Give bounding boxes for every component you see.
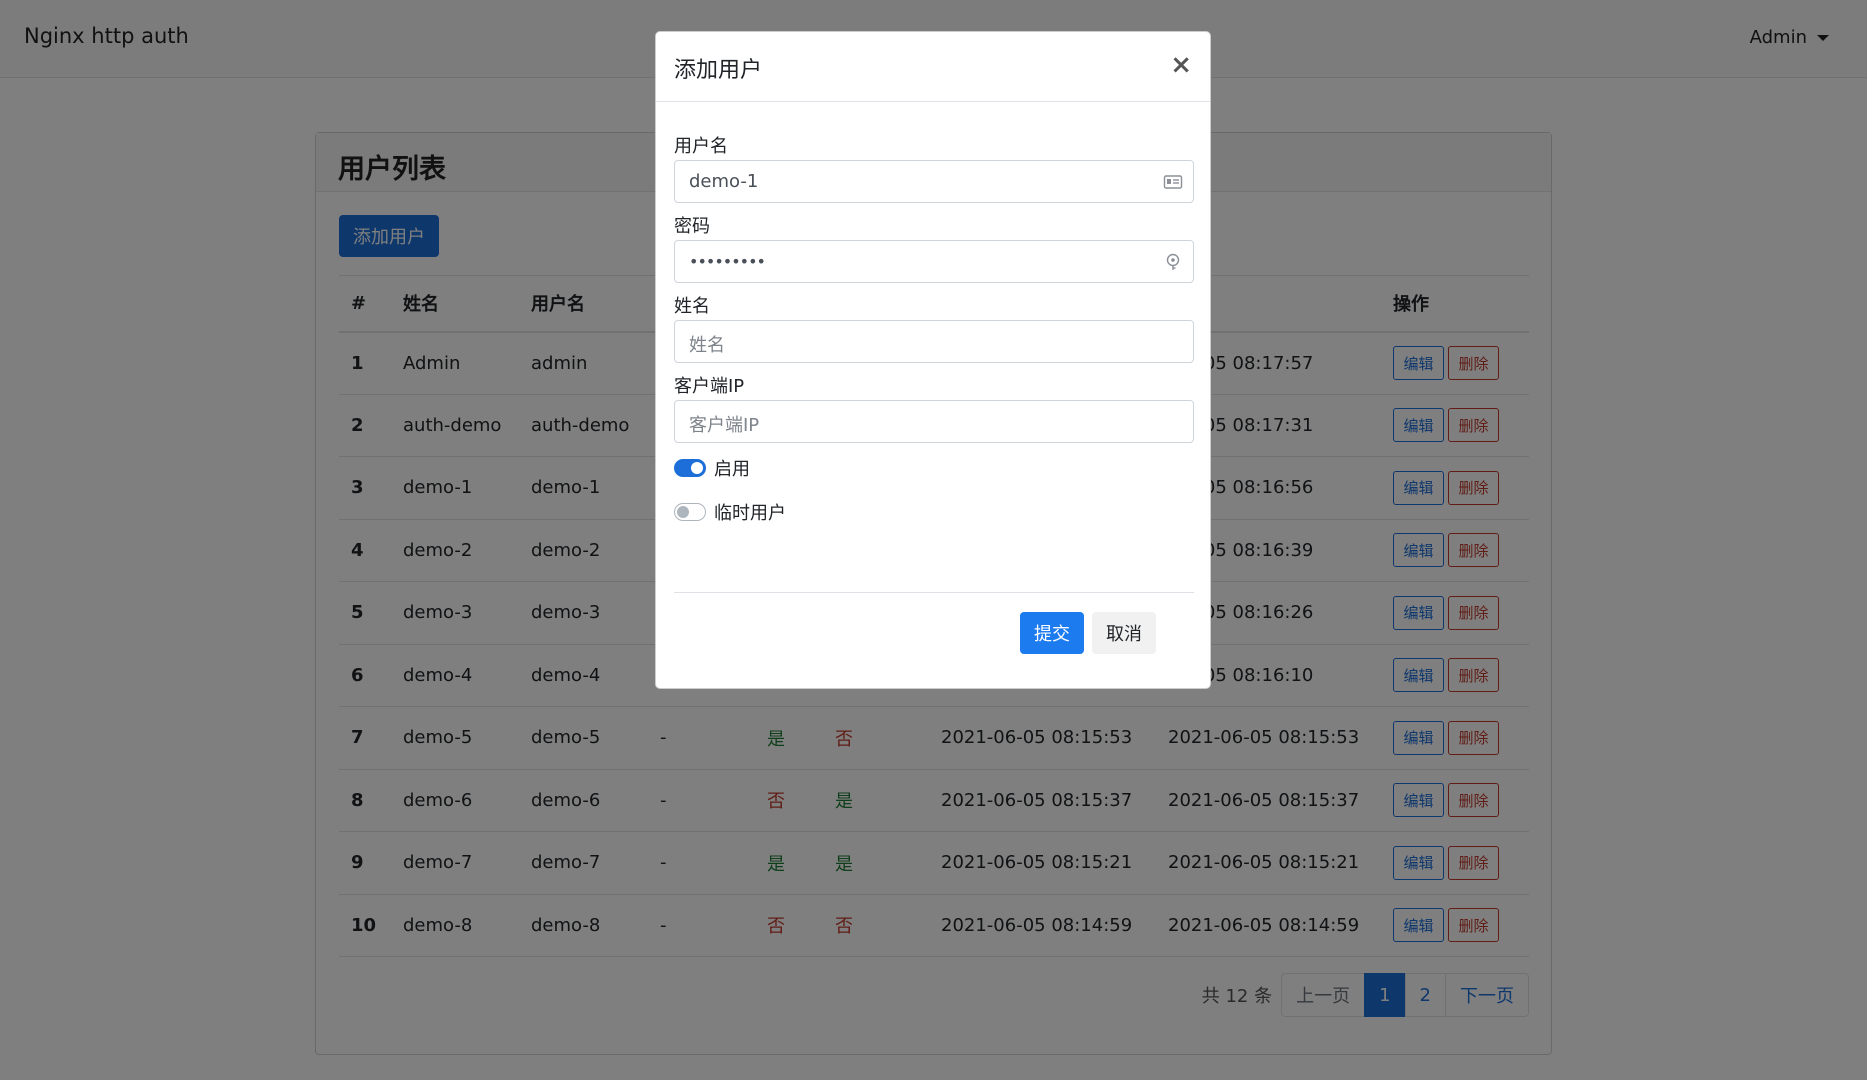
temp-user-label: 临时用户 <box>714 503 786 524</box>
client-ip-placeholder: 客户端IP <box>689 415 760 436</box>
username-field[interactable]: demo-1 <box>674 160 1194 203</box>
temp-user-toggle[interactable] <box>674 503 706 521</box>
username-label: 用户名 <box>674 136 728 157</box>
modal-divider <box>674 592 1194 593</box>
enable-label: 启用 <box>714 459 750 480</box>
name-label: 姓名 <box>674 296 710 317</box>
username-value: demo-1 <box>689 171 759 192</box>
ip-label: 客户端IP <box>674 376 745 397</box>
enable-toggle-row[interactable]: 启用 <box>674 455 750 481</box>
password-label: 密码 <box>674 216 710 237</box>
toggle-knob <box>691 462 703 474</box>
temp-user-toggle-row[interactable]: 临时用户 <box>674 499 786 525</box>
modal-header: 添加用户 × <box>656 32 1210 102</box>
client-ip-field[interactable]: 客户端IP <box>674 400 1194 443</box>
name-placeholder: 姓名 <box>689 335 725 356</box>
toggle-knob <box>677 506 689 518</box>
enable-toggle[interactable] <box>674 459 706 477</box>
key-icon <box>1166 253 1180 270</box>
password-field[interactable]: ••••••••• <box>674 240 1194 283</box>
submit-button[interactable]: 提交 <box>1020 612 1084 654</box>
close-icon[interactable]: × <box>1170 50 1192 80</box>
modal-title: 添加用户 <box>674 58 763 83</box>
cancel-button[interactable]: 取消 <box>1092 612 1156 654</box>
password-value: ••••••••• <box>689 252 766 271</box>
id-card-icon <box>1163 175 1183 189</box>
name-field[interactable]: 姓名 <box>674 320 1194 363</box>
add-user-modal: 添加用户 × 用户名 demo-1 密码 ••••••••• 姓名 姓名 客户端… <box>655 31 1211 689</box>
